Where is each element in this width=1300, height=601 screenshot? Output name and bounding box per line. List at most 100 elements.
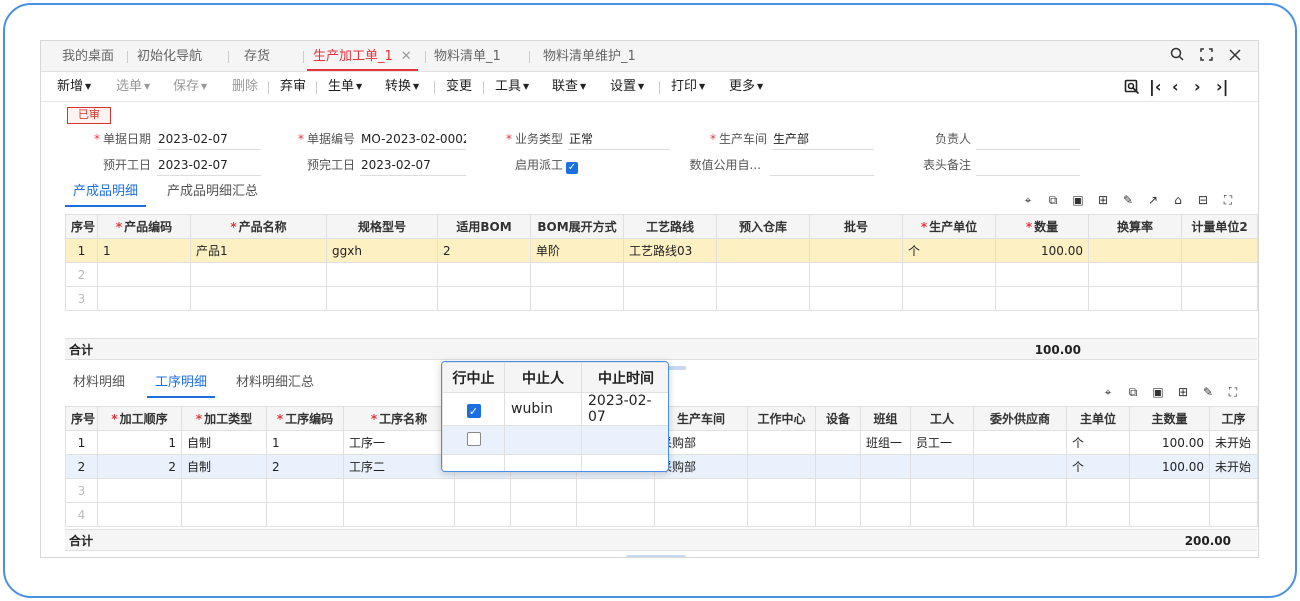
plan-end-label: 预完工日: [306, 158, 355, 172]
locate-icon[interactable]: [1124, 79, 1140, 95]
settings-button[interactable]: 设置 ▼: [610, 72, 644, 102]
cell-worker[interactable]: 员工一: [910, 430, 974, 455]
copy-icon[interactable]: ⧉: [1045, 192, 1061, 208]
copy-icon[interactable]: ⧉: [1125, 384, 1141, 400]
tab-process-detail[interactable]: 工序明细: [147, 370, 216, 398]
biz-type-field[interactable]: 正常: [568, 128, 670, 150]
unaudit-button[interactable]: 弃审: [280, 72, 306, 102]
cell-rate[interactable]: [1088, 238, 1182, 263]
cell-unit[interactable]: 个: [1066, 454, 1130, 479]
fullscreen-icon[interactable]: ⛶: [1220, 192, 1236, 208]
delete-button[interactable]: 删除: [232, 72, 258, 102]
close-tab-icon[interactable]: ✕: [401, 49, 412, 64]
first-icon[interactable]: |‹: [1149, 72, 1161, 102]
save-button[interactable]: 保存 ▼: [173, 72, 207, 102]
cell-unit2[interactable]: [1181, 238, 1258, 263]
tab-product-summary[interactable]: 产成品明细汇总: [167, 179, 258, 207]
search-icon[interactable]: [1163, 41, 1191, 72]
cell-unit[interactable]: 个: [1066, 430, 1130, 455]
fullscreen-icon[interactable]: [1192, 41, 1220, 72]
cell-expand[interactable]: 单阶: [530, 238, 624, 263]
cell-type[interactable]: 自制: [181, 430, 267, 455]
cell-status[interactable]: 未开始: [1209, 430, 1258, 455]
doc-no-field[interactable]: MO-2023-02-0002: [360, 128, 466, 150]
table-row[interactable]: 3: [65, 478, 1258, 503]
cell-type[interactable]: 自制: [181, 454, 267, 479]
cell-seq[interactable]: 1: [97, 430, 182, 455]
cell-qty[interactable]: 100.00: [1129, 430, 1210, 455]
doc-date-field[interactable]: 2023-02-07: [157, 128, 261, 150]
close-icon[interactable]: [1221, 41, 1249, 72]
tab-production-order[interactable]: 生产加工单_1 ✕: [307, 41, 418, 72]
cell-code[interactable]: 1: [97, 238, 191, 263]
table-row[interactable]: ✓ wubin 2023-02-07: [442, 392, 668, 426]
split-icon[interactable]: ⊟: [1195, 192, 1211, 208]
cell-code[interactable]: 1: [266, 430, 344, 455]
table-row[interactable]: [442, 425, 668, 455]
insert-icon[interactable]: ⊞: [1175, 384, 1191, 400]
cell-name[interactable]: 产品1: [190, 238, 327, 263]
cell-spec[interactable]: ggxh: [326, 238, 438, 263]
convert-button[interactable]: 转换 ▼: [385, 72, 419, 102]
table-row[interactable]: 2: [65, 262, 1258, 287]
tab-desktop[interactable]: 我的桌面: [62, 41, 114, 72]
cell-qty[interactable]: 100.00: [995, 238, 1089, 263]
export-icon[interactable]: ↗: [1145, 192, 1161, 208]
numeric-field[interactable]: [770, 154, 874, 176]
tab-product-detail[interactable]: 产成品明细: [65, 179, 147, 207]
table-row[interactable]: 3: [65, 286, 1258, 311]
tab-init-nav[interactable]: 初始化导航: [137, 41, 202, 72]
change-button[interactable]: 变更: [446, 72, 472, 102]
horizontal-scrollbar[interactable]: [626, 555, 686, 557]
tab-material-summary[interactable]: 材料明细汇总: [236, 370, 314, 398]
cell-qty[interactable]: 100.00: [1129, 454, 1210, 479]
cell-team[interactable]: [860, 454, 911, 479]
last-icon[interactable]: ›|: [1216, 72, 1228, 102]
cell-unit[interactable]: 个: [902, 238, 996, 263]
terminate-checkbox[interactable]: ✓: [466, 403, 481, 418]
edit-icon[interactable]: ✎: [1200, 384, 1216, 400]
dispatch-checkbox[interactable]: ✓: [566, 154, 578, 176]
prev-icon[interactable]: ‹: [1172, 72, 1179, 102]
table-row[interactable]: 4: [65, 502, 1258, 527]
tab-bom[interactable]: 物料清单_1: [434, 41, 501, 72]
next-icon[interactable]: ›: [1194, 72, 1201, 102]
generate-button[interactable]: 生单 ▼: [328, 72, 362, 102]
tab-inventory[interactable]: 存货: [244, 41, 270, 72]
print-button[interactable]: 打印 ▼: [671, 72, 705, 102]
insert-icon[interactable]: ⊞: [1095, 192, 1111, 208]
link-query-button[interactable]: 联查 ▼: [552, 72, 586, 102]
more-button[interactable]: 更多 ▼: [729, 72, 763, 102]
cell-bom[interactable]: 2: [437, 238, 531, 263]
edit-icon[interactable]: ✎: [1120, 192, 1136, 208]
location-icon[interactable]: ⌖: [1020, 192, 1036, 208]
cell-route[interactable]: 工艺路线03: [623, 238, 717, 263]
fullscreen-icon[interactable]: ⛶: [1225, 384, 1241, 400]
tools-button[interactable]: 工具 ▼: [495, 72, 529, 102]
location-icon[interactable]: ⌖: [1100, 384, 1116, 400]
cell-code[interactable]: 2: [266, 454, 344, 479]
cell-team[interactable]: 班组一: [860, 430, 911, 455]
terminate-checkbox[interactable]: [466, 432, 481, 446]
cell-name[interactable]: 工序二: [343, 454, 455, 479]
cell-name[interactable]: 工序一: [343, 430, 455, 455]
tab-material-detail[interactable]: 材料明细: [73, 370, 125, 398]
delete-label: 删除: [232, 79, 259, 94]
cell-seq[interactable]: 2: [97, 454, 182, 479]
new-button[interactable]: 新增 ▼: [57, 72, 91, 102]
table-row[interactable]: 1 1 产品1 ggxh 2 单阶 工艺路线03 个 100.00: [65, 238, 1258, 263]
cell-status[interactable]: 未开始: [1209, 454, 1258, 479]
cell-worker[interactable]: [910, 454, 974, 479]
cell-batch[interactable]: [809, 238, 903, 263]
home-icon[interactable]: ⌂: [1170, 192, 1186, 208]
paste-icon[interactable]: ▣: [1070, 192, 1086, 208]
tab-bom-maint[interactable]: 物料清单维护_1: [543, 41, 636, 72]
workshop-field[interactable]: 生产部: [772, 128, 874, 150]
select-button[interactable]: 选单 ▼: [116, 72, 150, 102]
plan-start-field[interactable]: 2023-02-07: [157, 154, 261, 176]
cell-warehouse[interactable]: [716, 238, 810, 263]
remark-field[interactable]: [976, 154, 1080, 176]
plan-end-field[interactable]: 2023-02-07: [360, 154, 466, 176]
owner-field[interactable]: [976, 128, 1080, 150]
paste-icon[interactable]: ▣: [1150, 384, 1166, 400]
